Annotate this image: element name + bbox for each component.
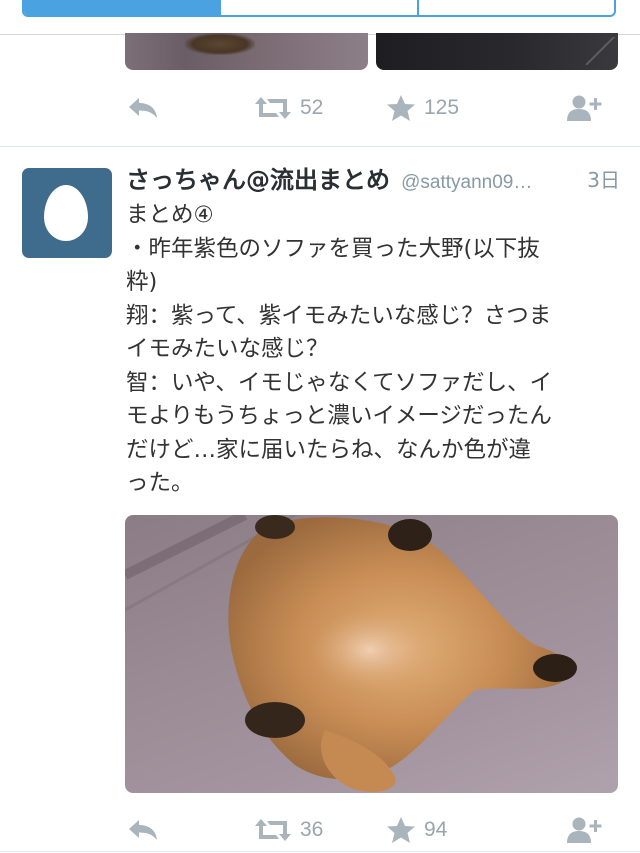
- retweet-button[interactable]: 36: [254, 810, 323, 850]
- segment-tab-2[interactable]: [219, 0, 416, 15]
- retweet-count: 52: [300, 96, 324, 119]
- segmented-control: [22, 0, 616, 17]
- author-handle[interactable]: @sattyann09…: [401, 172, 532, 193]
- follow-icon: [567, 95, 602, 121]
- avatar[interactable]: [22, 168, 112, 258]
- follow-button[interactable]: [566, 88, 602, 128]
- previous-tweet-photo-2[interactable]: [376, 33, 618, 70]
- tweet-text-line: 智：いや、イモじゃなくてソファだし、イ: [126, 369, 553, 396]
- tweet-divider-bottom: [0, 851, 640, 852]
- tweet-actions: 36 94: [0, 810, 640, 850]
- favorite-button[interactable]: 94: [386, 810, 447, 850]
- favorite-button[interactable]: 125: [386, 88, 459, 128]
- reply-button[interactable]: [127, 88, 159, 128]
- reply-icon: [129, 820, 157, 840]
- retweet-count: 36: [300, 818, 324, 841]
- tweet-divider: [0, 146, 640, 147]
- previous-tweet-photo-1[interactable]: [125, 33, 368, 70]
- egg-avatar-icon: [44, 185, 88, 241]
- reply-icon: [129, 98, 157, 118]
- favorite-count: 125: [424, 96, 460, 119]
- author-name[interactable]: さっちゃん@流出まとめ: [126, 166, 390, 194]
- follow-button[interactable]: [566, 810, 602, 850]
- tweet-text-line: だけど…家に届いたらね、なんか色が違: [126, 436, 532, 463]
- tweet-text-line: 粋): [126, 269, 158, 295]
- tweet-text: まとめ④ ・昨年紫色のソファを買った大野(以下抜 粋) 翔：紫って、紫イモみたい…: [126, 199, 616, 501]
- tweet-text-line: イモみたいな感じ？: [126, 336, 329, 362]
- reply-button[interactable]: [127, 810, 159, 850]
- tweet-text-line: った。: [126, 470, 194, 496]
- retweet-icon: [255, 97, 291, 119]
- star-icon: [387, 817, 415, 843]
- tweet-timestamp[interactable]: 3日: [587, 164, 620, 193]
- favorite-count: 94: [424, 818, 448, 841]
- tweet-header: さっちゃん@流出まとめ @sattyann09… 3日: [126, 160, 620, 200]
- tweet-text-line: ・昨年紫色のソファを買った大野(以下抜: [126, 235, 540, 262]
- retweet-icon: [255, 819, 291, 841]
- star-icon: [387, 95, 415, 121]
- cat-photo: [125, 515, 577, 792]
- tweet-text-line: 翔：紫って、紫イモみたいな感じ？さつま: [126, 302, 552, 329]
- tweet-text-line: まとめ④: [126, 202, 214, 228]
- segment-tab-1[interactable]: [24, 0, 220, 15]
- segment-tab-3[interactable]: [416, 0, 614, 15]
- retweet-button[interactable]: 52: [254, 88, 323, 128]
- previous-tweet-actions: 52 125: [0, 88, 640, 128]
- follow-icon: [567, 817, 602, 843]
- tweet-photo[interactable]: [125, 515, 618, 793]
- tweet-text-line: モよりもうちょっと濃いイメージだったん: [126, 403, 552, 429]
